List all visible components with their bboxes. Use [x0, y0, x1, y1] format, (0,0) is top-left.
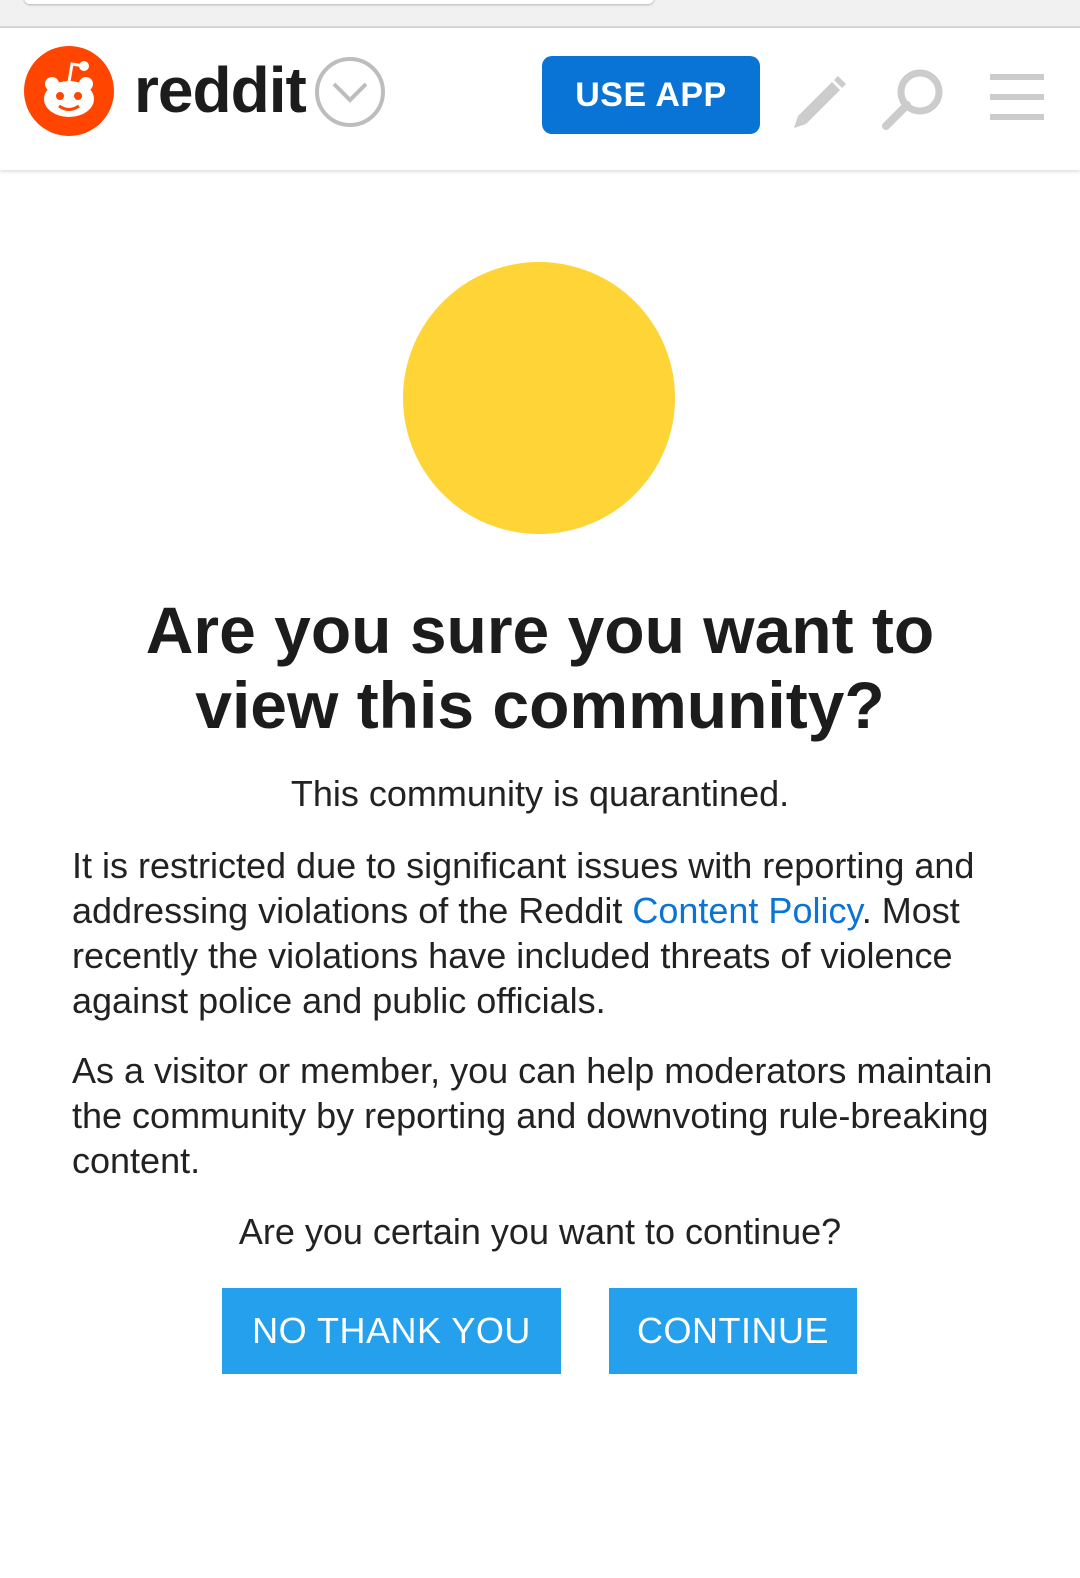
- title-line-2: view this community?: [195, 668, 885, 742]
- continue-question: Are you certain you want to continue?: [238, 1211, 842, 1252]
- continue-button[interactable]: CONTINUE: [609, 1288, 857, 1374]
- no-thank-you-button[interactable]: NO THANK YOU: [222, 1288, 561, 1374]
- community-avatar: [403, 262, 675, 534]
- moderation-paragraph: As a visitor or member, you can help mod…: [72, 1050, 993, 1181]
- reddit-wordmark[interactable]: reddit: [134, 48, 307, 132]
- pencil-icon[interactable]: [786, 66, 850, 130]
- search-icon[interactable]: [880, 66, 946, 132]
- content-policy-link[interactable]: Content Policy: [632, 890, 861, 931]
- restriction-paragraph: It is restricted due to significant issu…: [72, 843, 1012, 1023]
- chevron-down-icon[interactable]: [314, 56, 386, 128]
- use-app-button[interactable]: USE APP: [542, 56, 760, 134]
- browser-tab[interactable]: [24, 0, 654, 4]
- quarantine-notice: This community is quarantined.: [290, 773, 790, 814]
- top-nav-bar: reddit USE APP: [0, 30, 1080, 170]
- title-line-1: Are you sure you want to: [145, 593, 935, 667]
- browser-tab-strip: [0, 0, 1080, 28]
- menu-icon[interactable]: [990, 74, 1044, 120]
- page-title: Are you sure you want to view this commu…: [40, 593, 1040, 743]
- reddit-logo-icon[interactable]: [24, 46, 114, 136]
